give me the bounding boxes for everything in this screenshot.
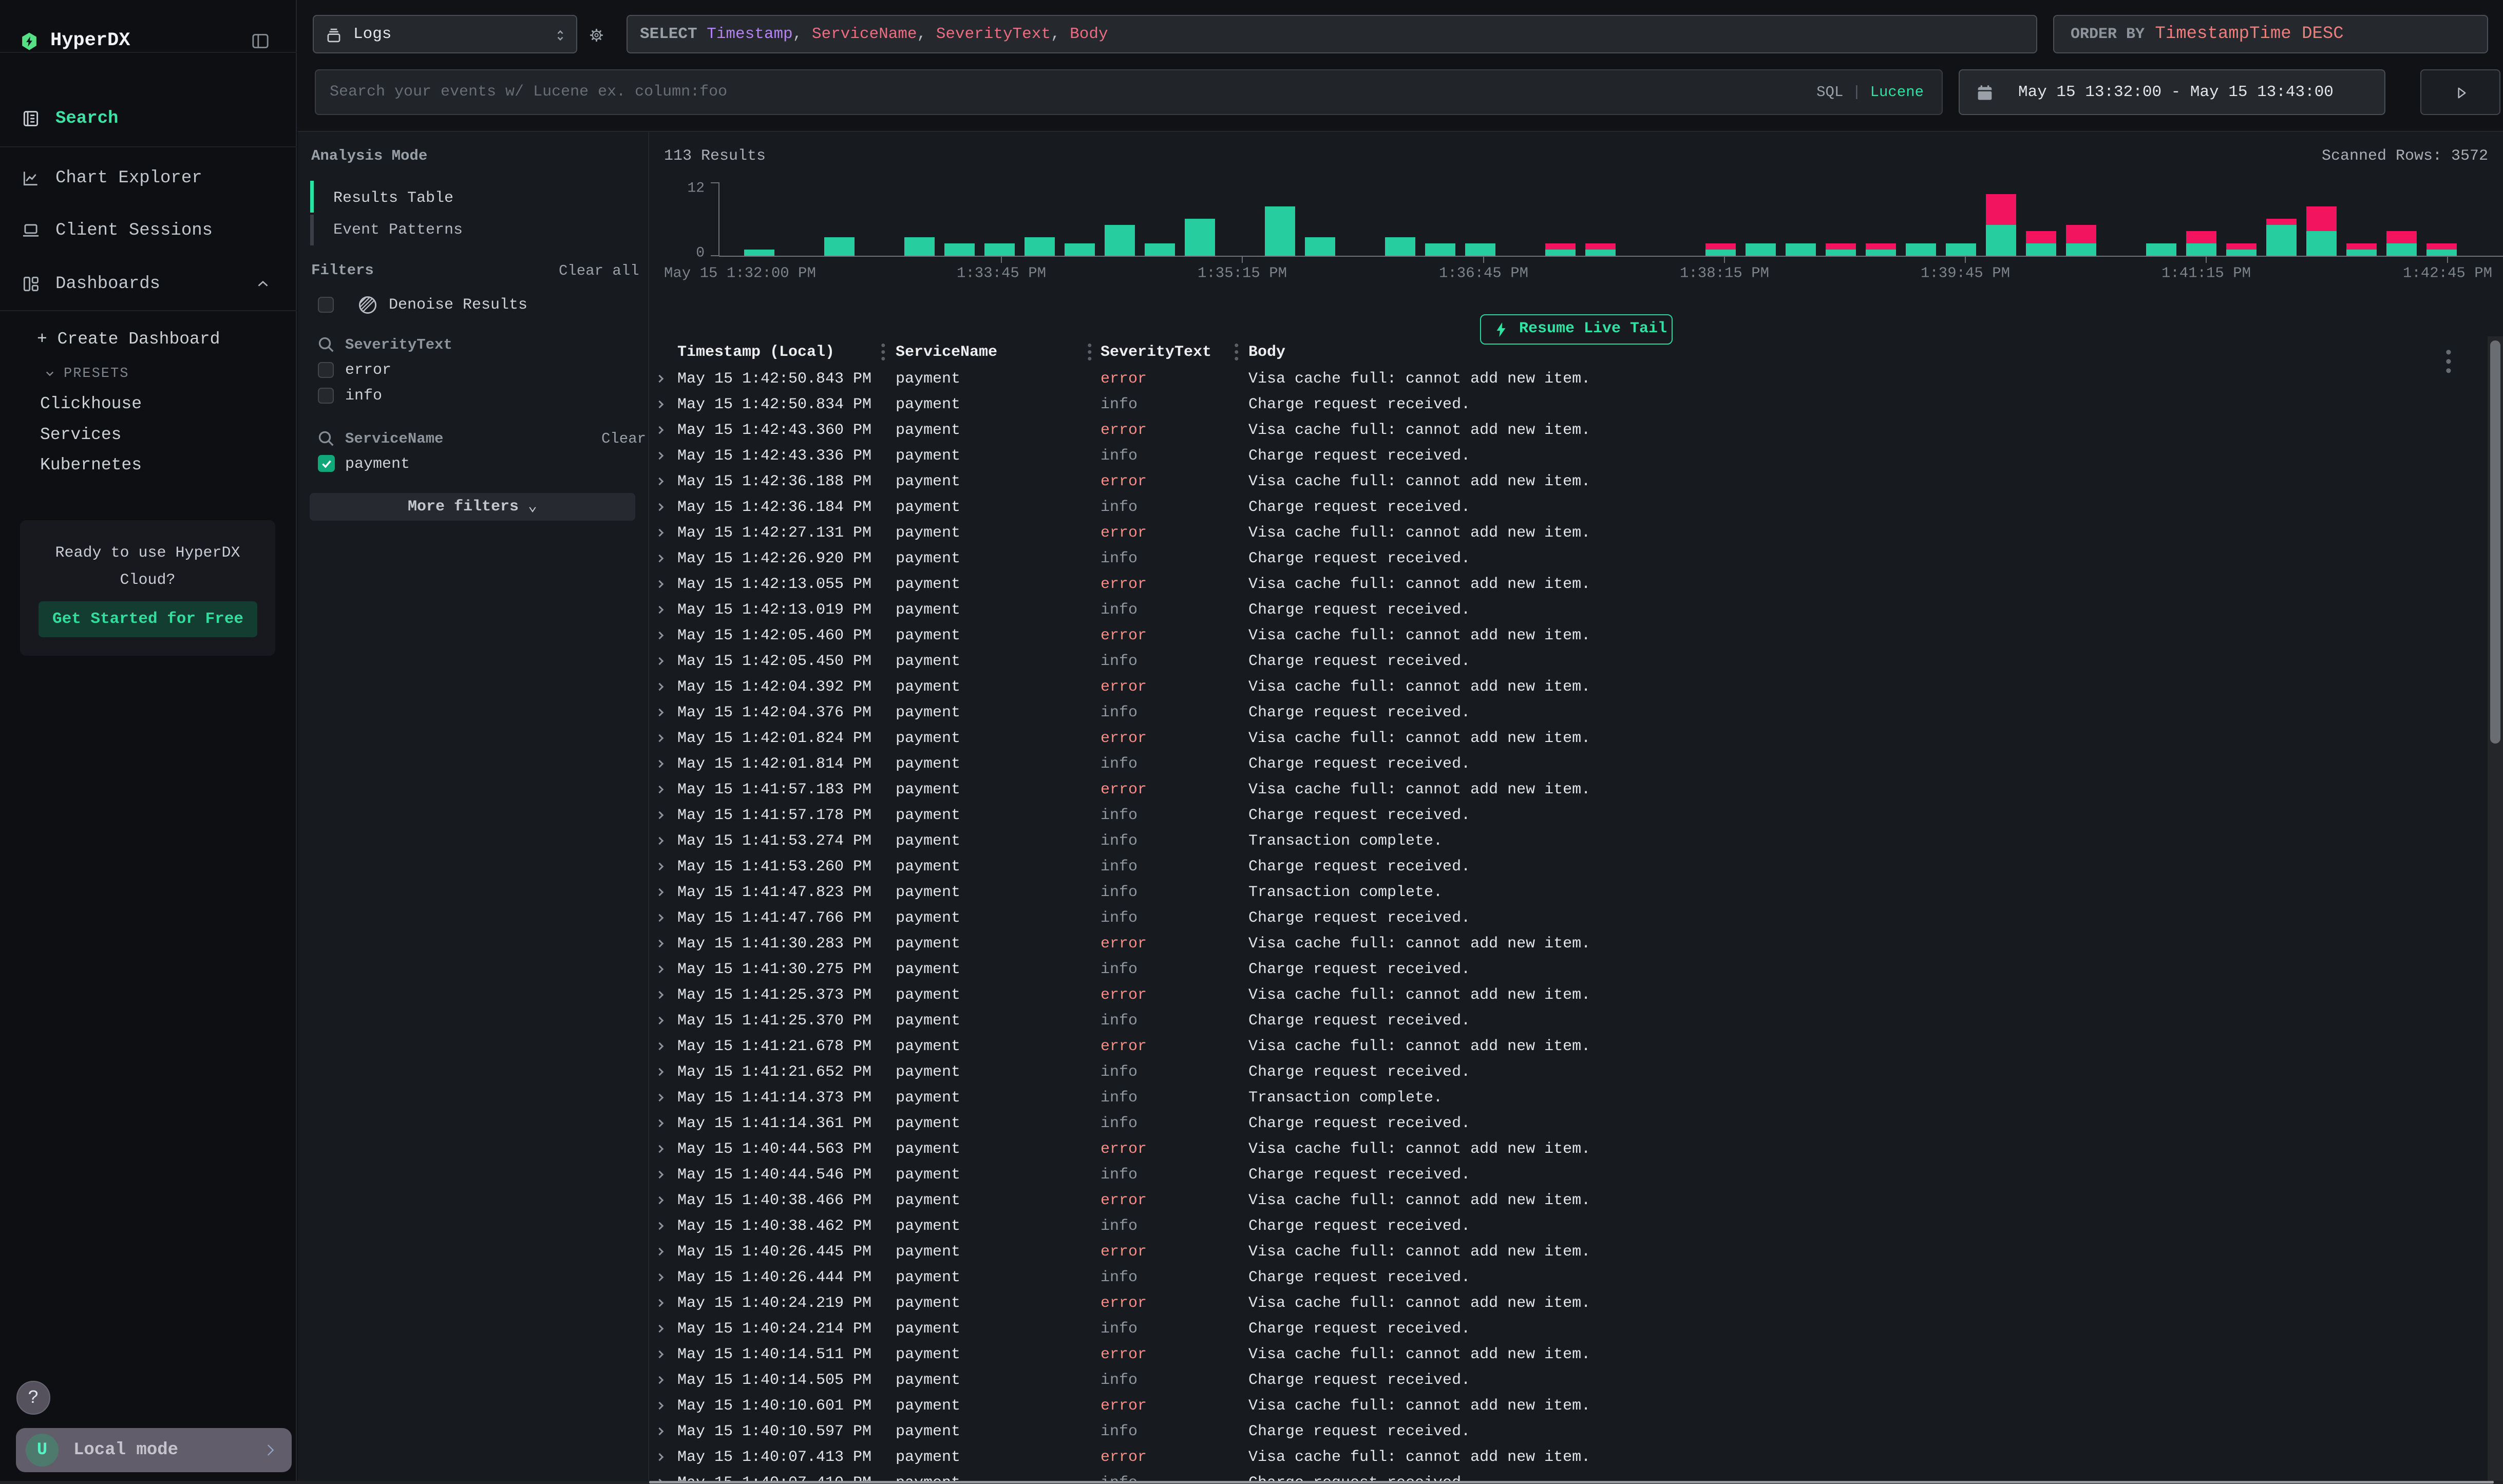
svg-text:1:33:45 PM: 1:33:45 PM <box>957 265 1046 282</box>
svg-text:12: 12 <box>687 180 705 196</box>
svg-text:1:39:45 PM: 1:39:45 PM <box>1921 265 2010 282</box>
svg-text:1:36:45 PM: 1:36:45 PM <box>1439 265 1528 282</box>
svg-text:1:42:45 PM: 1:42:45 PM <box>2403 265 2492 282</box>
svg-text:0: 0 <box>696 245 705 261</box>
svg-text:1:41:15 PM: 1:41:15 PM <box>2161 265 2251 282</box>
svg-text:1:38:15 PM: 1:38:15 PM <box>1680 265 1769 282</box>
svg-text:May 15 1:32:00 PM: May 15 1:32:00 PM <box>664 265 816 282</box>
svg-text:1:35:15 PM: 1:35:15 PM <box>1198 265 1287 282</box>
